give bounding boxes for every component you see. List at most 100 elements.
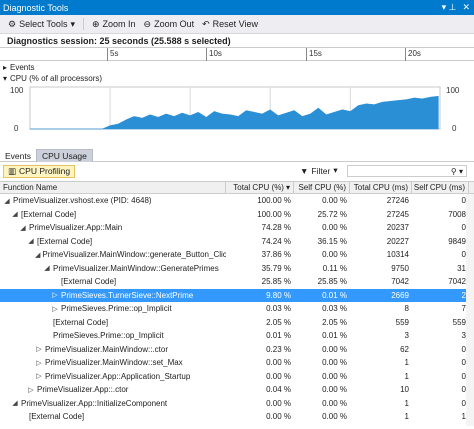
table-header: Function Name Total CPU (%) ▾ Self CPU (… (0, 181, 474, 194)
y-tick-label-right: 100 (446, 86, 460, 95)
tab-cpu-usage[interactable]: CPU Usage (36, 149, 93, 162)
cpu-profiling-button[interactable]: ▥ CPU Profiling (3, 164, 76, 178)
table-row[interactable]: ▷ PrimeSieves.TurnerSieve::NextPrime 9.80 … (0, 288, 474, 302)
session-info: Diagnostics session: 25 seconds (25.588 … (7, 36, 231, 46)
tab-events[interactable]: Events (0, 149, 36, 162)
search-input[interactable]: ⚲ ▾ (347, 165, 467, 177)
vertical-scrollbar[interactable] (466, 194, 474, 426)
cpu-section-header[interactable]: ▾ CPU (% of all processors) (3, 74, 102, 83)
self-cpu-ms-cell: 7 (461, 304, 466, 314)
filter-icon: ▼ (300, 165, 309, 176)
function-name: [External Code] (37, 236, 93, 246)
function-name: [External Code] (61, 277, 117, 287)
function-name-cell: [External Code] (0, 410, 226, 424)
function-name-cell: ◢ PrimeVisualizer.App::InitializeComponen… (0, 397, 226, 411)
cpu-usage-chart[interactable]: 100 0 100 0 (0, 83, 474, 143)
self-cpu-pct-cell: 25.72 % (317, 209, 347, 219)
total-cpu-ms-cell: 2669 (391, 290, 409, 300)
total-cpu-ms-cell: 1 (404, 398, 409, 408)
cpu-section-label: CPU (% of all processors) (10, 74, 103, 83)
collapsed-arrow-icon[interactable]: ▷ (27, 386, 35, 394)
expanded-arrow-icon[interactable]: ◢ (11, 399, 19, 407)
events-section-label: Events (10, 63, 35, 72)
sort-descending-icon: ▾ (285, 183, 290, 192)
table-row[interactable]: [External Code] 25.85 % 25.85 % 7042 7042 (0, 275, 474, 289)
column-header-function-name[interactable]: Function Name (0, 182, 226, 193)
column-header-total-cpu-pct[interactable]: Total CPU (%) ▾ (226, 182, 294, 193)
expanded-arrow-icon[interactable]: ◢ (19, 224, 27, 232)
total-cpu-ms-cell: 20227 (386, 236, 409, 246)
expanded-arrow-icon[interactable]: ◢ (43, 264, 51, 272)
pin-icon[interactable]: ▾ ⊥ (442, 2, 457, 13)
ruler-label: 10s (209, 49, 222, 58)
function-name-cell: ▷ PrimeVisualizer.App::.ctor (0, 383, 226, 397)
total-cpu-pct-cell: 0.00 % (266, 358, 291, 368)
function-name: PrimeVisualizer.App::InitializeComponent (21, 398, 168, 408)
table-row[interactable]: ◢ PrimeVisualizer.App::InitializeComponen… (0, 397, 474, 411)
time-ruler[interactable]: 5s 10s 15s 20s (0, 47, 474, 61)
table-row[interactable]: ▷ PrimeVisualizer.App::.ctor 0.04 % 0.00 % 1… (0, 383, 474, 397)
expanded-arrow-icon[interactable]: ◢ (27, 237, 35, 245)
table-row[interactable]: ◢ PrimeVisualizer.App::Main 74.28 % 0.00 % 2… (0, 221, 474, 235)
function-name-cell: ▷ PrimeVisualizer.MainWindow::.ctor (0, 343, 226, 357)
chevron-down-icon: ▾ (333, 165, 338, 175)
table-row[interactable]: ▷ PrimeVisualizer.App::Application_Startu… (0, 370, 474, 384)
table-row[interactable]: [External Code] 0.00 % 0.00 % 1 1 (0, 410, 474, 424)
function-name-cell: ▷ PrimeSieves.Prime::op_Implicit (0, 302, 226, 316)
total-cpu-ms-cell: 7042 (391, 277, 409, 287)
self-cpu-pct-cell: 2.05 % (322, 317, 347, 327)
expanded-arrow-icon[interactable]: ◢ (35, 251, 40, 259)
table-row[interactable]: ◢ PrimeVisualizer.vshost.exe (PID: 4648) 1… (0, 194, 474, 208)
table-row[interactable]: ◢ [External Code] 74.24 % 36.15 % 20227 9849 (0, 235, 474, 249)
self-cpu-pct-cell: 36.15 % (317, 236, 347, 246)
select-tools-label: Select Tools (19, 19, 68, 29)
function-name: [External Code] (21, 209, 77, 219)
collapsed-arrow-icon[interactable]: ▷ (35, 372, 43, 380)
zoom-in-label: Zoom In (102, 19, 136, 29)
total-cpu-ms-cell: 1 (404, 412, 409, 422)
total-cpu-ms-cell: 10 (400, 385, 409, 395)
tab-bar: Events CPU Usage (0, 149, 474, 162)
filter-button[interactable]: ▼ Filter ▾ (300, 165, 338, 176)
table-row[interactable]: ▷ PrimeVisualizer.MainWindow::.ctor 0.23 %… (0, 343, 474, 357)
close-icon[interactable]: ✕ (462, 2, 470, 13)
self-cpu-ms-cell: 0 (461, 196, 466, 206)
function-name-cell: ▷ PrimeVisualizer.MainWindow::set_Max (0, 356, 226, 370)
self-cpu-pct-cell: 0.01 % (322, 331, 347, 341)
column-header-self-cpu-ms[interactable]: Self CPU (ms) (412, 182, 469, 193)
reset-view-button[interactable]: ↶ Reset View (202, 19, 258, 30)
table-row[interactable]: ◢ PrimeVisualizer.MainWindow::generate_Bu… (0, 248, 474, 262)
total-cpu-pct-cell: 0.00 % (266, 371, 291, 381)
table-row[interactable]: ◢ [External Code] 100.00 % 25.72 % 27245 7008 (0, 208, 474, 222)
call-tree-table: Function Name Total CPU (%) ▾ Self CPU (… (0, 181, 474, 424)
self-cpu-ms-cell: 0 (461, 223, 466, 233)
collapsed-arrow-icon[interactable]: ▷ (35, 345, 43, 353)
column-header-total-cpu-ms[interactable]: Total CPU (ms) (350, 182, 412, 193)
function-name-cell: ◢ [External Code] (0, 235, 226, 249)
self-cpu-ms-cell: 7008 (448, 209, 466, 219)
collapsed-arrow-icon[interactable]: ▷ (51, 291, 59, 299)
table-row[interactable]: ▷ PrimeVisualizer.MainWindow::set_Max 0.00… (0, 356, 474, 370)
zoom-in-button[interactable]: ⊕ Zoom In (92, 19, 136, 30)
events-section-header[interactable]: ▸ Events (3, 63, 34, 72)
collapsed-arrow-icon[interactable]: ▷ (51, 305, 59, 313)
zoom-out-button[interactable]: ⊖ Zoom Out (144, 19, 195, 30)
total-cpu-ms-cell: 1 (404, 371, 409, 381)
function-name-cell: ◢ PrimeVisualizer.MainWindow::GeneratePri… (0, 262, 226, 276)
expanded-arrow-icon[interactable]: ◢ (11, 210, 19, 218)
expanded-arrow-icon[interactable]: ◢ (3, 197, 11, 205)
table-row[interactable]: ▷ PrimeSieves.Prime::op_Implicit 0.03 % 0.0… (0, 302, 474, 316)
self-cpu-pct-cell: 0.11 % (322, 263, 347, 273)
total-cpu-ms-cell: 3 (404, 331, 409, 341)
self-cpu-pct-cell: 0.00 % (322, 358, 347, 368)
total-cpu-pct-cell: 9.80 % (266, 290, 291, 300)
table-row[interactable]: PrimeSieves.Prime::op_Implicit 0.01 % 0.01… (0, 329, 474, 343)
column-header-self-cpu-pct[interactable]: Self CPU (%) (294, 182, 350, 193)
table-row[interactable]: [External Code] 2.05 % 2.05 % 559 559 (0, 316, 474, 330)
table-row[interactable]: ◢ PrimeVisualizer.MainWindow::GeneratePri… (0, 262, 474, 276)
zoom-out-icon: ⊖ (143, 18, 152, 29)
function-name: [External Code] (29, 412, 85, 422)
select-tools-button[interactable]: ⚙ Select Tools ▾ (8, 19, 75, 30)
collapsed-arrow-icon[interactable]: ▷ (35, 359, 43, 367)
expand-arrow-icon: ▾ (3, 74, 8, 83)
